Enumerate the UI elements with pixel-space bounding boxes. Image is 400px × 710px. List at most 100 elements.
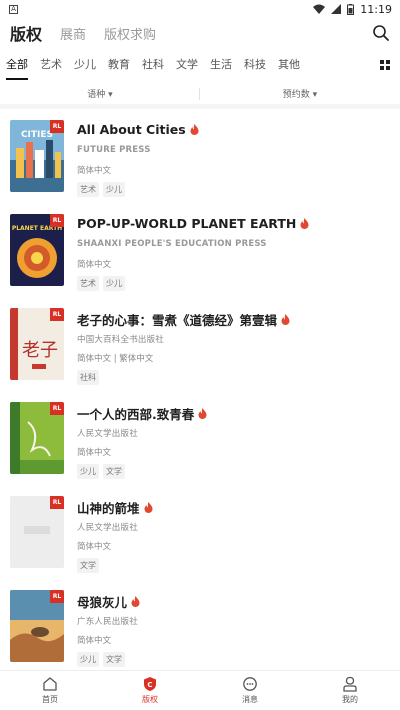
tag: 少儿 [103,276,125,291]
clock: 11:19 [360,2,392,16]
category-children[interactable]: 少儿 [74,48,96,82]
tag: 少儿 [77,464,99,479]
category-other[interactable]: 其他 [278,48,300,82]
profile-icon [343,676,357,692]
grid-view-icon[interactable] [380,60,390,70]
category-all[interactable]: 全部 [6,48,28,82]
search-icon[interactable] [372,24,390,42]
tag: 文学 [77,558,99,573]
reservation-count-filter[interactable]: 预约数 ▾ [200,87,400,100]
book-tags: 社科 [77,370,99,385]
book-item[interactable]: RL 一个人的西部.致青春 人民文学出版社 简体中文 少儿 文学 [0,394,400,488]
tab-exhibitors[interactable]: 展商 [60,24,86,43]
book-cover: PLANET EARTH RL [10,214,64,286]
nav-profile[interactable]: 我的 [300,671,400,710]
tab-copyright-wanted[interactable]: 版权求购 [104,24,156,43]
category-bar: 全部 艺术 少儿 教育 社科 文学 生活 科技 其他 [0,48,400,82]
nav-label: 消息 [242,695,258,704]
flame-icon [300,218,309,229]
notification-icon: A [9,4,18,14]
tag: 少儿 [103,182,125,197]
top-tab-bar: 版权 展商 版权求购 [0,18,400,48]
book-item[interactable]: CITIES RL All About Cities FUTURE PRESS … [0,112,400,206]
flame-icon [198,408,207,419]
flame-icon [281,314,290,325]
book-cover: 老子 RL [10,308,64,380]
book-tags: 少儿 文学 [77,652,125,667]
nav-messages[interactable]: 消息 [200,671,300,710]
category-art[interactable]: 艺术 [40,48,62,82]
book-title: POP-UP-WORLD PLANET EARTH [77,216,309,231]
book-cover: CITIES RL [10,120,64,192]
book-title: 一个人的西部.致青春 [77,404,207,423]
message-icon [243,677,257,691]
category-life[interactable]: 生活 [210,48,232,82]
book-publisher: 人民文学出版社 [77,523,138,533]
book-title: 母狼灰儿 [77,592,140,611]
svg-text:C: C [147,681,152,689]
tag: 文学 [103,652,125,667]
rl-badge: RL [50,590,64,603]
nav-copyright[interactable]: C 版权 [100,671,200,710]
book-cover: RL [10,590,64,662]
category-literature[interactable]: 文学 [176,48,198,82]
category-social-science[interactable]: 社科 [142,48,164,82]
book-title: 老子的心事：雪煮《道德经》第壹辑 [77,310,290,329]
book-language: 简体中文 [77,260,112,270]
book-publisher: 广东人民出版社 [77,617,138,627]
category-technology[interactable]: 科技 [244,48,266,82]
status-bar: A 11:19 [0,0,400,18]
book-item[interactable]: PLANET EARTH RL POP-UP-WORLD PLANET EART… [0,206,400,300]
flame-icon [144,502,153,513]
book-publisher: SHAANXI PEOPLE'S EDUCATION PRESS [77,239,267,249]
rl-badge: RL [50,496,64,509]
book-tags: 少儿 文学 [77,464,125,479]
language-filter[interactable]: 语种 ▾ [0,87,200,100]
book-publisher: FUTURE PRESS [77,145,151,155]
signal-icon [331,4,342,14]
book-title: All About Cities [77,122,199,137]
cover-title-text: CITIES [21,130,53,140]
tag: 文学 [103,464,125,479]
rl-badge: RL [50,308,64,321]
wifi-icon [313,4,326,14]
rl-badge: RL [50,402,64,415]
nav-label: 版权 [142,695,158,704]
book-item[interactable]: RL 母狼灰儿 广东人民出版社 简体中文 少儿 文学 [0,582,400,670]
rl-badge: RL [50,214,64,227]
book-language: 简体中文 | 繁体中文 [77,354,154,364]
book-publisher: 人民文学出版社 [77,429,138,439]
book-language: 简体中文 [77,166,112,176]
book-tags: 艺术 少儿 [77,276,125,291]
cover-title-text: 老子 [22,340,58,361]
book-language: 简体中文 [77,448,112,458]
tag: 社科 [77,370,99,385]
battery-icon [347,3,355,15]
book-cover: RL [10,496,64,568]
bottom-nav: 首页 C 版权 消息 我的 [0,670,400,710]
nav-label: 我的 [342,695,358,704]
home-icon [43,677,57,691]
book-item[interactable]: RL 山神的箭堆 人民文学出版社 简体中文 文学 [0,488,400,582]
rl-badge: RL [50,120,64,133]
filter-bar: 语种 ▾ 预约数 ▾ [0,82,400,109]
tab-copyright[interactable]: 版权 [10,21,42,45]
tag: 艺术 [77,182,99,197]
book-title: 山神的箭堆 [77,498,153,517]
flame-icon [190,124,199,135]
book-tags: 文学 [77,558,99,573]
copyright-icon: C [144,677,156,691]
book-tags: 艺术 少儿 [77,182,125,197]
flame-icon [131,596,140,607]
book-language: 简体中文 [77,542,112,552]
book-language: 简体中文 [77,636,112,646]
tag: 艺术 [77,276,99,291]
book-cover: RL [10,402,64,474]
book-item[interactable]: 老子 RL 老子的心事：雪煮《道德经》第壹辑 中国大百科全书出版社 简体中文 |… [0,300,400,394]
tag: 少儿 [77,652,99,667]
nav-home[interactable]: 首页 [0,671,100,710]
book-publisher: 中国大百科全书出版社 [77,335,165,345]
nav-label: 首页 [42,695,58,704]
book-list: CITIES RL All About Cities FUTURE PRESS … [0,112,400,670]
category-education[interactable]: 教育 [108,48,130,82]
